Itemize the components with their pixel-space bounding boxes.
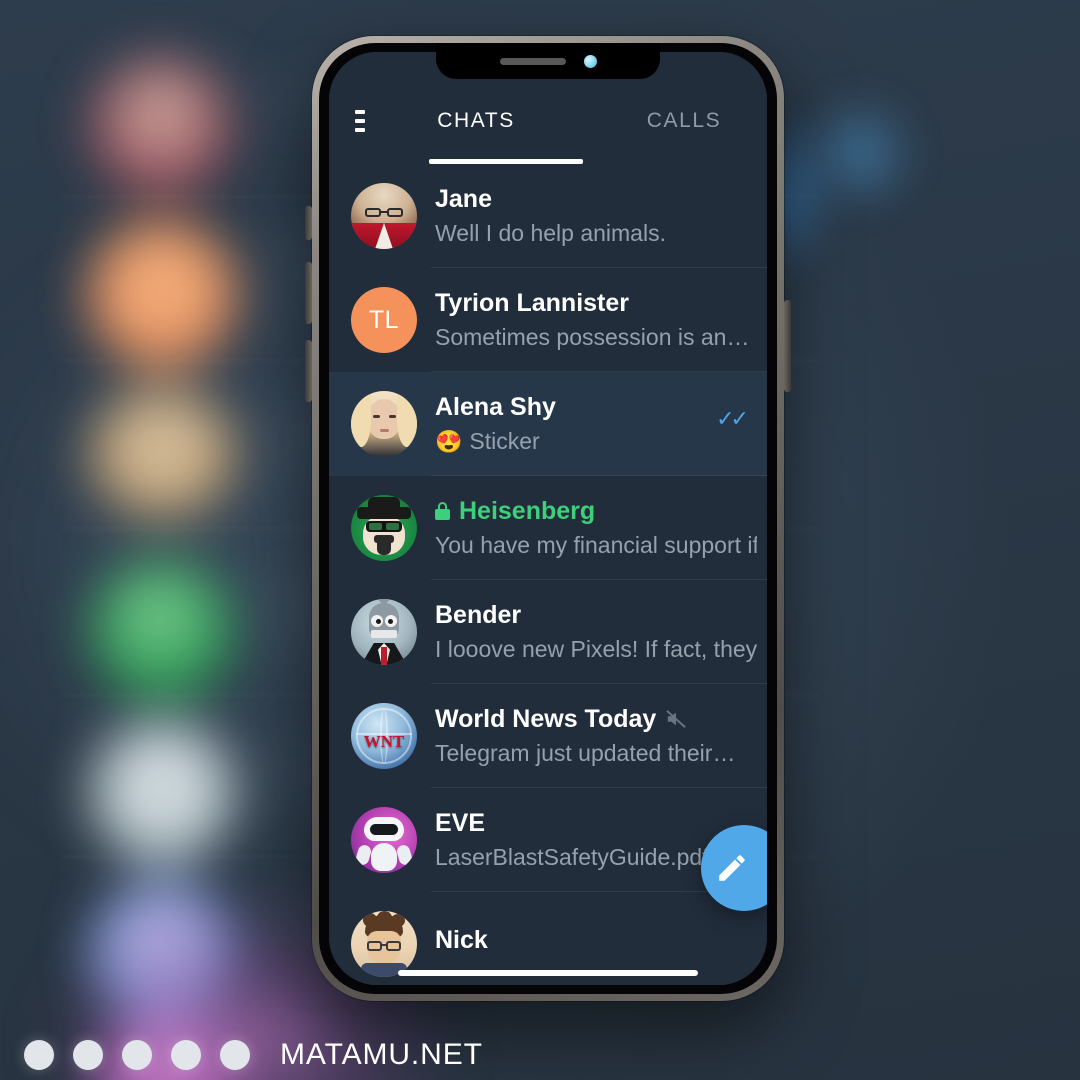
chat-preview: I looove new Pixels! If fact, they… bbox=[435, 636, 757, 663]
chat-title: World News Today bbox=[435, 705, 757, 734]
avatar bbox=[351, 183, 417, 249]
chat-preview: Sometimes possession is an… bbox=[435, 324, 757, 351]
chat-name: Alena Shy bbox=[435, 392, 556, 421]
chat-preview-text: You have my financial support if… bbox=[435, 532, 757, 559]
blur-blob-1 bbox=[92, 58, 230, 196]
avatar bbox=[351, 911, 417, 977]
chat-text-block: Tyrion Lannister Sometimes possession is… bbox=[435, 289, 767, 352]
avatar bbox=[351, 391, 417, 457]
chat-preview-text: Sometimes possession is an… bbox=[435, 324, 750, 351]
brand-website-text: MATAMU.NET bbox=[280, 1038, 483, 1071]
tab-chats[interactable]: CHATS bbox=[393, 109, 559, 133]
chat-preview-text: Telegram just updated their… bbox=[435, 740, 736, 767]
chat-text-block: World News Today Telegram just updated t… bbox=[435, 705, 767, 768]
chat-name: Nick bbox=[435, 926, 488, 955]
chat-preview: 😍 Sticker bbox=[435, 428, 757, 455]
chat-title: Jane bbox=[435, 185, 757, 214]
screenshot-canvas: MATAMU.NET CHATS CALLS Jane Well I do he… bbox=[0, 0, 1080, 1080]
phone-edge-glow bbox=[775, 105, 835, 285]
avatar: TL bbox=[351, 287, 417, 353]
blur-blob-3 bbox=[90, 388, 235, 518]
chat-title: Tyrion Lannister bbox=[435, 289, 757, 318]
avatar bbox=[351, 599, 417, 665]
phone-bezel: CHATS CALLS Jane Well I do help animals.… bbox=[319, 43, 777, 994]
chat-list-item[interactable]: TL Tyrion Lannister Sometimes possession… bbox=[329, 268, 767, 372]
silent-switch-button[interactable] bbox=[305, 206, 312, 240]
avatar bbox=[351, 495, 417, 561]
chat-name: Tyrion Lannister bbox=[435, 288, 630, 317]
tab-calls[interactable]: CALLS bbox=[601, 109, 767, 133]
chat-name: EVE bbox=[435, 808, 486, 837]
chat-list-item[interactable]: Alena Shy 😍 Sticker ✓✓ bbox=[329, 372, 767, 476]
brand-dot bbox=[73, 1040, 103, 1070]
volume-up-button[interactable] bbox=[305, 262, 312, 324]
chat-preview-text: Sticker bbox=[469, 428, 540, 455]
read-receipt-double-check-icon: ✓✓ bbox=[716, 406, 749, 431]
home-indicator bbox=[398, 970, 698, 976]
phone-screen: CHATS CALLS Jane Well I do help animals.… bbox=[329, 52, 767, 985]
blur-blob-4 bbox=[92, 560, 232, 700]
chat-list-item[interactable]: Heisenberg You have my financial support… bbox=[329, 476, 767, 580]
chat-name: Bender bbox=[435, 600, 522, 629]
chat-preview-text: I looove new Pixels! If fact, they… bbox=[435, 636, 757, 663]
hamburger-menu-icon[interactable] bbox=[355, 110, 365, 132]
chat-preview: Telegram just updated their… bbox=[435, 740, 757, 767]
chat-preview-text: Well I do help animals. bbox=[435, 220, 666, 247]
phone-notch bbox=[436, 43, 660, 79]
phone-device-frame: CHATS CALLS Jane Well I do help animals.… bbox=[312, 36, 784, 1001]
front-camera-icon bbox=[583, 54, 597, 68]
lock-icon bbox=[435, 502, 450, 520]
chat-title: Alena Shy bbox=[435, 393, 757, 422]
chat-title: Bender bbox=[435, 601, 757, 630]
chat-title: EVE bbox=[435, 809, 757, 838]
chat-list-item[interactable]: Jane Well I do help animals. bbox=[329, 164, 767, 268]
heart-eyes-emoji-icon: 😍 bbox=[435, 428, 463, 454]
chat-title: Heisenberg bbox=[435, 497, 757, 526]
chat-preview: You have my financial support if… bbox=[435, 532, 757, 559]
avatar: WNT bbox=[351, 703, 417, 769]
chat-title: Nick bbox=[435, 926, 757, 955]
blur-blob-5 bbox=[90, 720, 235, 865]
telegram-app: CHATS CALLS Jane Well I do help animals.… bbox=[329, 52, 767, 985]
brand-dots bbox=[24, 1040, 250, 1070]
chat-name: Heisenberg bbox=[459, 496, 596, 525]
volume-down-button[interactable] bbox=[305, 340, 312, 402]
avatar-initials: TL bbox=[368, 305, 400, 334]
chat-name: World News Today bbox=[435, 704, 657, 733]
tab-bar: CHATS CALLS bbox=[365, 109, 767, 133]
brand-dot bbox=[24, 1040, 54, 1070]
mute-icon bbox=[666, 710, 687, 728]
chat-text-block: Nick bbox=[435, 926, 767, 962]
pencil-icon bbox=[719, 855, 745, 881]
blur-blob-2 bbox=[88, 220, 236, 368]
chat-text-block: Jane Well I do help animals. bbox=[435, 185, 767, 248]
branding-bar: MATAMU.NET bbox=[24, 1038, 483, 1072]
power-button[interactable] bbox=[784, 300, 791, 392]
brand-dot bbox=[220, 1040, 250, 1070]
chat-preview: Well I do help animals. bbox=[435, 220, 757, 247]
chat-text-block: Bender I looove new Pixels! If fact, the… bbox=[435, 601, 767, 664]
brand-dot bbox=[122, 1040, 152, 1070]
earpiece-speaker-icon bbox=[499, 57, 566, 65]
brand-dot bbox=[171, 1040, 201, 1070]
chat-text-block: Heisenberg You have my financial support… bbox=[435, 497, 767, 560]
chat-preview-text: LaserBlastSafetyGuide.pdf bbox=[435, 844, 709, 871]
chat-list-item[interactable]: WNT World News Today Telegram just updat… bbox=[329, 684, 767, 788]
chat-list-item[interactable]: Bender I looove new Pixels! If fact, the… bbox=[329, 580, 767, 684]
chat-name: Jane bbox=[435, 184, 492, 213]
avatar bbox=[351, 807, 417, 873]
